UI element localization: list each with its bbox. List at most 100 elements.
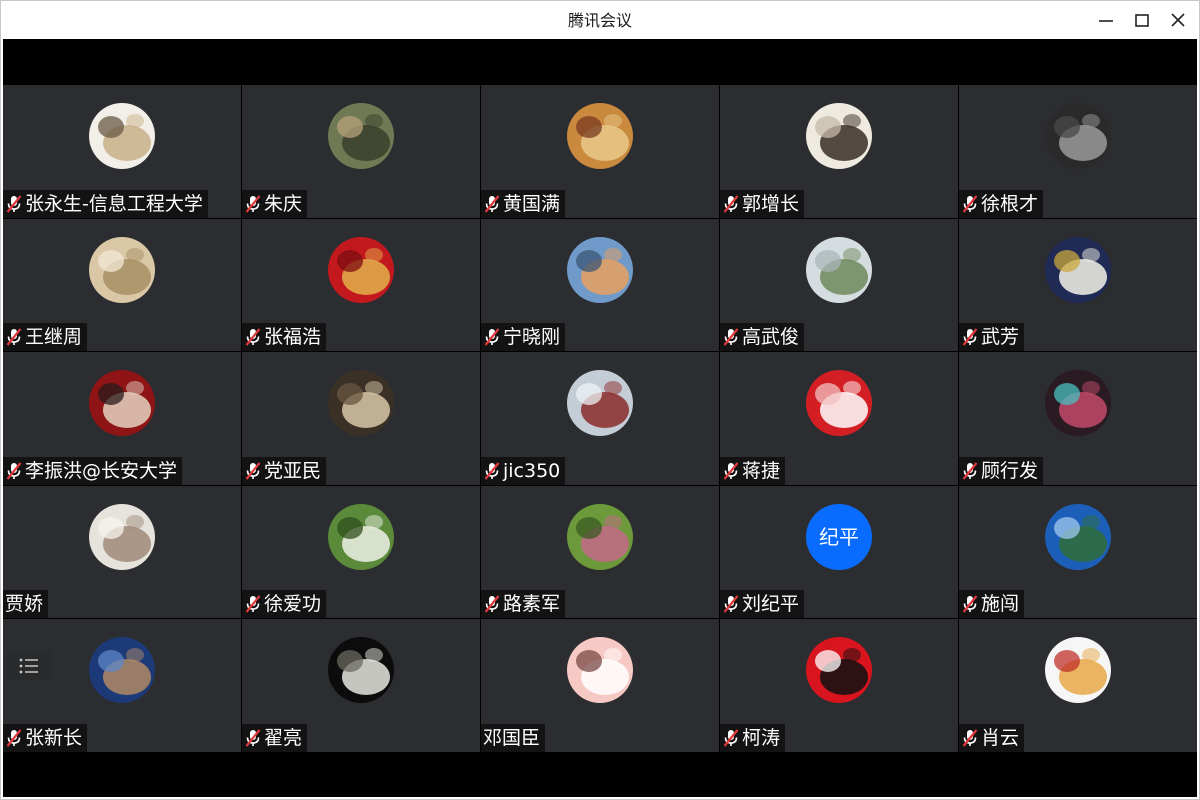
participant-name: 柯涛 bbox=[742, 726, 781, 749]
participant-tile[interactable]: 高武俊 bbox=[720, 218, 958, 352]
participant-name: 李振洪@长安大学 bbox=[25, 459, 178, 482]
mic-muted-icon bbox=[962, 194, 978, 213]
name-tag: 黄国满 bbox=[481, 189, 566, 218]
mic-muted-icon bbox=[962, 328, 978, 346]
avatar-image bbox=[806, 637, 872, 704]
close-icon bbox=[1171, 13, 1185, 27]
name-tag: 高武俊 bbox=[720, 323, 805, 352]
avatar: 纪平 bbox=[806, 503, 872, 570]
avatar-image bbox=[89, 236, 155, 303]
name-tag: 蒋捷 bbox=[720, 456, 786, 485]
close-button[interactable] bbox=[1161, 5, 1195, 35]
avatar-image bbox=[89, 637, 155, 704]
avatar-image bbox=[89, 370, 155, 437]
participant-tile[interactable]: 王继周 bbox=[3, 218, 241, 352]
participant-tile[interactable]: 宁晓刚 bbox=[481, 218, 719, 352]
participant-tile[interactable]: 肖云 bbox=[959, 619, 1197, 752]
mic-muted-icon bbox=[723, 595, 739, 614]
mic-muted-icon bbox=[962, 462, 978, 480]
mic-muted-icon bbox=[484, 194, 500, 213]
avatar bbox=[89, 503, 155, 570]
participant-tile[interactable]: 柯涛 bbox=[720, 619, 958, 752]
mic-muted-icon bbox=[245, 462, 261, 480]
participant-tile[interactable]: 施闯 bbox=[959, 485, 1197, 619]
mic-muted-icon bbox=[6, 462, 22, 480]
name-tag: 李振洪@长安大学 bbox=[3, 456, 183, 485]
avatar bbox=[328, 103, 394, 169]
participant-name: 黄国满 bbox=[503, 192, 561, 215]
participant-tile[interactable]: 蒋捷 bbox=[720, 352, 958, 485]
avatar-image bbox=[1045, 103, 1111, 169]
participant-name: 施闯 bbox=[981, 593, 1020, 616]
avatar-image bbox=[567, 637, 633, 704]
participant-name: 张福浩 bbox=[264, 326, 322, 349]
avatar-image bbox=[806, 103, 872, 169]
mic-muted-icon bbox=[484, 462, 500, 480]
participant-name: 翟亮 bbox=[264, 726, 303, 749]
avatar-image bbox=[806, 236, 872, 303]
participant-tile[interactable]: 张福浩 bbox=[242, 218, 480, 352]
participant-tile[interactable]: 徐爱功 bbox=[242, 485, 480, 619]
avatar-image bbox=[1045, 370, 1111, 437]
avatar-image bbox=[328, 637, 394, 704]
avatar-image bbox=[1045, 637, 1111, 704]
avatar bbox=[1045, 236, 1111, 303]
participant-tile[interactable]: 徐根才 bbox=[959, 85, 1197, 218]
participant-tile[interactable]: 黄国满 bbox=[481, 85, 719, 218]
participant-tile[interactable]: 邓国臣 bbox=[481, 619, 719, 752]
avatar bbox=[806, 370, 872, 437]
participant-tile[interactable]: 路素军 bbox=[481, 485, 719, 619]
participant-tile[interactable]: 纪平 刘纪平 bbox=[720, 485, 958, 619]
mic-muted-icon bbox=[962, 595, 978, 614]
avatar bbox=[89, 370, 155, 437]
minimize-button[interactable] bbox=[1089, 5, 1123, 35]
participant-name: 肖云 bbox=[981, 726, 1020, 749]
avatar bbox=[89, 236, 155, 303]
avatar bbox=[567, 637, 633, 704]
name-tag: 顾行发 bbox=[959, 456, 1044, 485]
avatar bbox=[328, 503, 394, 570]
avatar bbox=[806, 236, 872, 303]
title-bar[interactable]: 腾讯会议 bbox=[1, 1, 1199, 39]
participant-name: 刘纪平 bbox=[742, 593, 800, 616]
participant-tile[interactable]: 武芳 bbox=[959, 218, 1197, 352]
mic-muted-icon bbox=[245, 328, 261, 346]
avatar bbox=[89, 103, 155, 169]
name-tag: 肖云 bbox=[959, 723, 1025, 752]
participant-tile[interactable]: jic350 bbox=[481, 352, 719, 485]
window-title: 腾讯会议 bbox=[567, 11, 632, 30]
avatar bbox=[567, 370, 633, 437]
mic-muted-icon bbox=[723, 328, 739, 346]
list-icon bbox=[19, 658, 38, 674]
mic-muted-icon bbox=[484, 328, 500, 346]
participant-tile[interactable]: 朱庆 bbox=[242, 85, 480, 218]
avatar-image bbox=[1045, 503, 1111, 570]
participant-name: 张新长 bbox=[25, 726, 83, 749]
participant-list-button[interactable] bbox=[7, 652, 51, 680]
participant-name: 武芳 bbox=[981, 326, 1020, 349]
participant-tile[interactable]: 李振洪@长安大学 bbox=[3, 352, 241, 485]
name-tag: 武芳 bbox=[959, 323, 1025, 352]
avatar-image bbox=[89, 103, 155, 169]
mic-muted-icon bbox=[6, 328, 22, 346]
maximize-button[interactable] bbox=[1125, 5, 1159, 35]
avatar-image bbox=[328, 236, 394, 303]
participant-tile[interactable]: 贾娇 bbox=[3, 485, 241, 619]
name-tag: 施闯 bbox=[959, 590, 1025, 619]
avatar-image bbox=[1045, 236, 1111, 303]
name-tag: 王继周 bbox=[3, 323, 88, 352]
avatar bbox=[567, 103, 633, 169]
participant-tile[interactable]: 顾行发 bbox=[959, 352, 1197, 485]
participant-tile[interactable]: 郭增长 bbox=[720, 85, 958, 218]
maximize-icon bbox=[1135, 14, 1149, 27]
avatar-image bbox=[89, 503, 155, 570]
avatar-image bbox=[567, 503, 633, 570]
participant-tile[interactable]: 张永生-信息工程大学 bbox=[3, 85, 241, 218]
participant-name: 张永生-信息工程大学 bbox=[25, 192, 203, 215]
name-tag: 刘纪平 bbox=[720, 590, 805, 619]
mic-muted-icon bbox=[962, 729, 978, 747]
participant-tile[interactable]: 翟亮 bbox=[242, 619, 480, 752]
participant-tile[interactable]: 张新长 bbox=[3, 619, 241, 752]
name-tag: 张永生-信息工程大学 bbox=[3, 189, 208, 218]
participant-tile[interactable]: 党亚民 bbox=[242, 352, 480, 485]
